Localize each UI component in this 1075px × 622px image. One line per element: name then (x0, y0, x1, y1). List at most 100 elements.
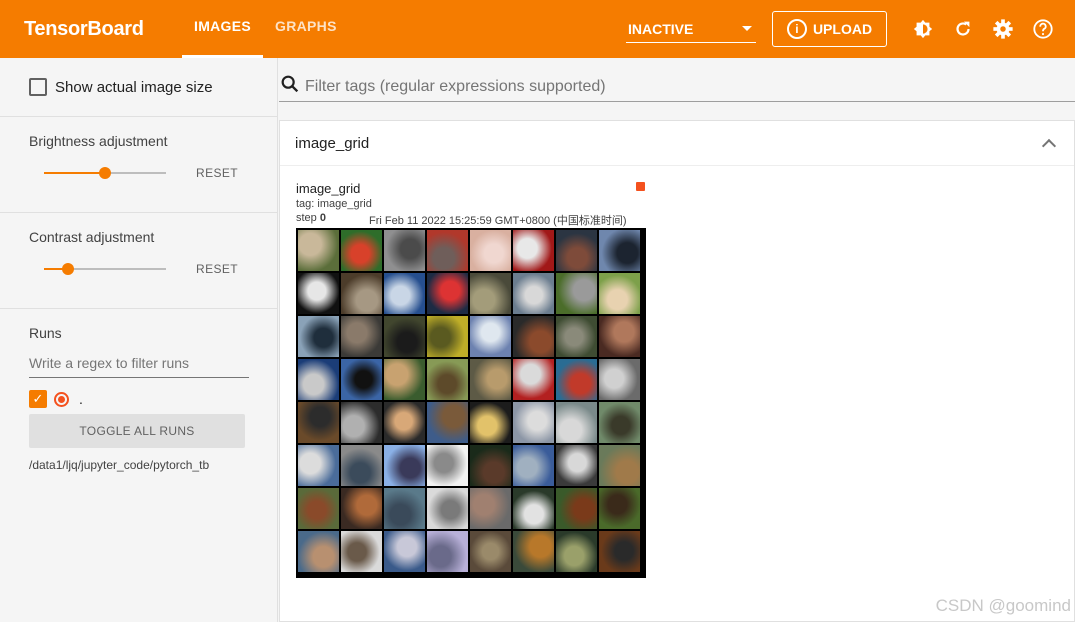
brightness-reset-button[interactable]: RESET (196, 166, 238, 180)
image-grid-cell (513, 488, 554, 529)
image-grid-cell (556, 531, 597, 572)
upload-info-icon: i (786, 19, 807, 39)
image-grid-cell (599, 359, 640, 400)
image-grid-cell (599, 488, 640, 529)
upload-label: UPLOAD (812, 21, 873, 37)
step-value: 0 (319, 212, 326, 224)
image-grid-cell (513, 531, 554, 572)
chevron-up-icon[interactable] (1041, 138, 1057, 154)
image-grid-cell (599, 445, 640, 486)
image-grid[interactable] (296, 228, 646, 578)
refresh-icon[interactable] (943, 9, 983, 49)
runs-section: Runs Write a regex to filter runs ✓ . TO… (0, 309, 277, 472)
image-category-card: image_grid image_grid tag: image_grid st… (279, 120, 1075, 622)
image-grid-cell (599, 273, 640, 314)
settings-icon[interactable] (983, 9, 1023, 49)
image-grid-cell (298, 359, 339, 400)
image-grid-cell (513, 273, 554, 314)
image-grid-cell (599, 316, 640, 357)
image-grid-cell (556, 488, 597, 529)
step-label: step (296, 212, 317, 224)
brightness-slider[interactable] (44, 167, 166, 179)
image-step: step 0 (296, 212, 326, 224)
image-grid-cell (427, 402, 468, 443)
run-color-radio[interactable] (54, 391, 69, 407)
upload-button[interactable]: i UPLOAD (772, 11, 887, 47)
app-title: TensorBoard (24, 17, 144, 40)
image-grid-cell (470, 230, 511, 271)
tab-images[interactable]: IMAGES (182, 0, 264, 58)
image-grid-cell (341, 230, 382, 271)
run-item: ✓ . (29, 390, 248, 408)
card-title: image_grid (295, 134, 370, 152)
image-grid-cell (427, 531, 468, 572)
image-grid-cell (341, 402, 382, 443)
image-grid-cell (470, 316, 511, 357)
image-grid-cell (298, 402, 339, 443)
contrast-label: Contrast adjustment (29, 229, 155, 245)
image-grid-cell (513, 402, 554, 443)
show-actual-size-toggle[interactable]: Show actual image size (29, 58, 248, 116)
image-grid-cell (341, 273, 382, 314)
run-color-indicator (636, 182, 645, 191)
image-grid-cell (384, 230, 425, 271)
run-checkbox[interactable]: ✓ (29, 390, 47, 408)
image-grid-cell (470, 359, 511, 400)
image-grid-cell (427, 445, 468, 486)
tab-graphs[interactable]: GRAPHS (263, 0, 349, 58)
brightness-label: Brightness adjustment (29, 133, 168, 149)
contrast-slider[interactable] (44, 263, 166, 275)
image-grid-cell (556, 445, 597, 486)
contrast-reset-button[interactable]: RESET (196, 262, 238, 276)
top-bar: TensorBoard IMAGES GRAPHS INACTIVE i UPL… (0, 0, 1075, 58)
image-title: image_grid (296, 181, 361, 196)
toggle-all-runs-button[interactable]: TOGGLE ALL RUNS (29, 414, 245, 448)
contrast-slider-thumb[interactable] (62, 263, 75, 275)
image-grid-cell (470, 488, 511, 529)
brightness-slider-thumb[interactable] (99, 167, 111, 179)
sidebar: Show actual image size Brightness adjust… (0, 58, 278, 622)
tag-filter[interactable]: Filter tags (regular expressions support… (279, 72, 1075, 102)
image-grid-cell (427, 316, 468, 357)
image-grid-cell (427, 359, 468, 400)
tag-filter-placeholder: Filter tags (regular expressions support… (305, 77, 606, 95)
image-grid-cell (513, 230, 554, 271)
image-grid-cell (599, 402, 640, 443)
image-grid-cell (556, 359, 597, 400)
image-grid-cell (341, 531, 382, 572)
help-icon[interactable] (1023, 9, 1063, 49)
image-grid-cell (556, 230, 597, 271)
image-grid-cell (427, 273, 468, 314)
image-grid-cell (298, 316, 339, 357)
image-grid-cell (556, 402, 597, 443)
image-grid-cell (341, 488, 382, 529)
brightness-section: Brightness adjustment RESET (0, 117, 277, 213)
show-actual-size-checkbox[interactable] (29, 78, 47, 96)
run-directory-path: /data1/ljq/jupyter_code/pytorch_tb (29, 458, 210, 472)
image-grid-cell (341, 359, 382, 400)
card-header[interactable]: image_grid (280, 121, 1074, 166)
image-grid-cell (384, 531, 425, 572)
image-tag: tag: image_grid (296, 198, 372, 210)
image-grid-cell (298, 273, 339, 314)
image-grid-cell (427, 488, 468, 529)
contrast-section: Contrast adjustment RESET (0, 213, 277, 309)
image-timestamp: Fri Feb 11 2022 15:25:59 GMT+0800 (中国标准时… (369, 215, 627, 227)
show-actual-size-label: Show actual image size (55, 78, 213, 96)
dashboard-select-value: INACTIVE (628, 20, 694, 37)
brightness-icon[interactable] (903, 9, 943, 49)
image-grid-cell (513, 445, 554, 486)
watermark: CSDN @goomind (935, 596, 1071, 615)
show-actual-size-section: Show actual image size (0, 58, 277, 117)
run-name: . (79, 391, 83, 407)
dashboard-select[interactable]: INACTIVE (626, 15, 756, 43)
image-grid-cell (427, 230, 468, 271)
image-grid-cell (384, 273, 425, 314)
image-grid-cell (470, 445, 511, 486)
dropdown-caret-icon (742, 26, 752, 31)
runs-filter-input[interactable]: Write a regex to filter runs (29, 341, 249, 378)
image-grid-cell (470, 273, 511, 314)
search-icon (279, 73, 301, 100)
image-grid-cell (556, 316, 597, 357)
image-grid-cell (298, 445, 339, 486)
